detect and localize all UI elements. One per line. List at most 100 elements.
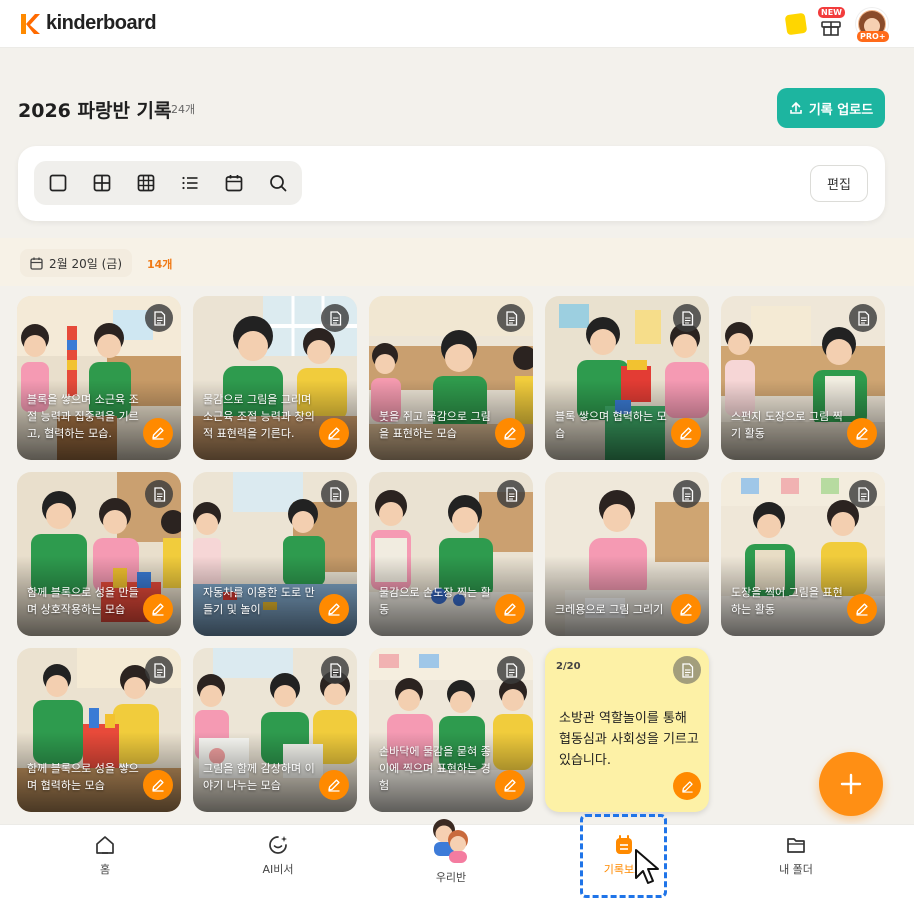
record-card[interactable]: 크레용으로 그림 그리기 xyxy=(545,472,709,636)
edit-record-button[interactable] xyxy=(847,418,877,448)
record-card[interactable]: 블록 쌓으며 협력하는 모습 xyxy=(545,296,709,460)
top-bar: kinderboard NEW PRO+ xyxy=(0,0,914,48)
edit-record-button[interactable] xyxy=(495,418,525,448)
ai-assistant-icon xyxy=(269,836,287,854)
plus-icon xyxy=(840,773,862,795)
pencil-icon xyxy=(328,779,340,792)
record-card[interactable]: 붓을 쥐고 물감으로 그림을 표현하는 모습 xyxy=(369,296,533,460)
record-count: 24개 xyxy=(171,103,196,116)
details-button[interactable] xyxy=(145,656,173,684)
edit-record-button[interactable] xyxy=(143,594,173,624)
new-badge: NEW xyxy=(818,7,845,18)
card-caption: 함께 블록으로 성을 만들며 상호작용하는 모습 xyxy=(27,586,139,616)
edit-button[interactable]: 편집 xyxy=(810,165,868,202)
folder-icon xyxy=(787,838,805,853)
upload-record-button[interactable]: 기록 업로드 xyxy=(777,88,885,128)
edit-record-button[interactable] xyxy=(671,418,701,448)
list-view-button[interactable] xyxy=(180,173,200,193)
details-button[interactable] xyxy=(849,304,877,332)
pencil-icon xyxy=(328,427,340,440)
document-icon xyxy=(329,662,341,678)
pencil-icon xyxy=(504,779,516,792)
document-icon xyxy=(857,310,869,326)
details-button[interactable] xyxy=(321,304,349,332)
card-caption: 블록을 쌓으며 소근육 조절 능력과 집중력을 기르고, 협력하는 모습. xyxy=(27,393,139,440)
grid-2-view-button[interactable] xyxy=(92,173,112,193)
view-mode-group xyxy=(34,161,302,205)
edit-record-button[interactable] xyxy=(495,594,525,624)
edit-record-button[interactable] xyxy=(319,418,349,448)
record-card[interactable]: 자동차를 이용한 도로 만들기 및 놀이 xyxy=(193,472,357,636)
date-record-count: 14개 xyxy=(147,258,173,271)
kinderboard-logo-icon xyxy=(21,13,40,34)
gift-button[interactable]: NEW xyxy=(818,7,845,36)
pencil-icon xyxy=(680,427,692,440)
mouse-cursor-icon xyxy=(635,849,659,884)
record-card[interactable]: 함께 블록으로 성을 만들며 상호작용하는 모습 xyxy=(17,472,181,636)
edit-record-button[interactable] xyxy=(319,770,349,800)
document-icon xyxy=(153,310,165,326)
details-button[interactable] xyxy=(321,480,349,508)
app-name: kinderboard xyxy=(46,12,157,34)
sticky-note-icon[interactable] xyxy=(784,12,808,36)
edit-memo-button[interactable] xyxy=(673,772,701,800)
nav-folder-label: 내 폴더 xyxy=(779,863,813,876)
card-caption: 그림을 함께 감상하며 이야기 나누는 모습 xyxy=(203,762,315,792)
upload-label: 기록 업로드 xyxy=(808,102,874,118)
calendar-view-button[interactable] xyxy=(224,173,244,193)
record-card[interactable]: 도장을 찍어 그림을 표현하는 활동 xyxy=(721,472,885,636)
memo-date: 2/20 xyxy=(556,661,581,672)
edit-record-button[interactable] xyxy=(671,594,701,624)
details-button[interactable] xyxy=(673,304,701,332)
nav-my-folder[interactable]: 내 폴더 xyxy=(772,825,820,900)
details-button[interactable] xyxy=(321,656,349,684)
details-button[interactable] xyxy=(497,656,525,684)
date-label: 2월 20일 (금) xyxy=(49,256,123,271)
add-record-button[interactable] xyxy=(819,752,883,816)
avatar[interactable]: PRO+ xyxy=(856,8,889,42)
pencil-icon xyxy=(681,780,693,793)
record-card[interactable]: 함께 블록으로 성을 쌓으며 협력하는 모습 xyxy=(17,648,181,812)
record-card[interactable]: 스펀지 도장으로 그림 찍기 활동 xyxy=(721,296,885,460)
pencil-icon xyxy=(856,427,868,440)
document-icon xyxy=(505,486,517,502)
card-caption: 물감으로 손도장 찍는 활동 xyxy=(379,586,491,616)
details-button[interactable] xyxy=(497,304,525,332)
edit-record-button[interactable] xyxy=(847,594,877,624)
memo-card[interactable]: 2/20 소방관 역할놀이를 통해 협동심과 사회성을 기르고 있습니다. xyxy=(545,648,709,812)
grid-3-view-button[interactable] xyxy=(136,173,156,193)
logo[interactable]: kinderboard xyxy=(18,12,157,36)
document-icon xyxy=(153,662,165,678)
search-button[interactable] xyxy=(268,173,288,193)
search-icon xyxy=(270,175,287,192)
record-card[interactable]: 손바닥에 물감을 묻혀 종이에 찍으며 표현하는 경험 xyxy=(369,648,533,812)
details-button[interactable] xyxy=(673,480,701,508)
document-icon xyxy=(857,486,869,502)
edit-record-button[interactable] xyxy=(143,770,173,800)
nav-home-label: 홈 xyxy=(99,863,111,876)
details-button[interactable] xyxy=(849,480,877,508)
document-icon xyxy=(329,310,341,326)
document-icon xyxy=(505,310,517,326)
card-caption: 붓을 쥐고 물감으로 그림을 표현하는 모습 xyxy=(379,410,491,440)
nav-home[interactable]: 홈 xyxy=(85,825,125,900)
record-card[interactable]: 물감으로 그림을 그리며 소근육 조절 능력과 창의적 표현력을 기른다. xyxy=(193,296,357,460)
document-icon xyxy=(153,486,165,502)
record-card[interactable]: 블록을 쌓으며 소근육 조절 능력과 집중력을 기르고, 협력하는 모습. xyxy=(17,296,181,460)
details-button[interactable] xyxy=(673,656,701,684)
details-button[interactable] xyxy=(145,304,173,332)
single-view-button[interactable] xyxy=(48,173,68,193)
details-button[interactable] xyxy=(145,480,173,508)
date-group-header xyxy=(0,238,914,286)
edit-record-button[interactable] xyxy=(143,418,173,448)
pencil-icon xyxy=(680,603,692,616)
edit-record-button[interactable] xyxy=(495,770,525,800)
details-button[interactable] xyxy=(497,480,525,508)
edit-record-button[interactable] xyxy=(319,594,349,624)
card-caption: 크레용으로 그림 그리기 xyxy=(555,603,664,616)
record-card[interactable]: 물감으로 손도장 찍는 활동 xyxy=(369,472,533,636)
pencil-icon xyxy=(152,779,164,792)
nav-ai-assistant[interactable]: AI비서 xyxy=(252,825,304,900)
record-card[interactable]: 그림을 함께 감상하며 이야기 나누는 모습 xyxy=(193,648,357,812)
date-chip[interactable]: 2월 20일 (금) xyxy=(20,249,133,277)
